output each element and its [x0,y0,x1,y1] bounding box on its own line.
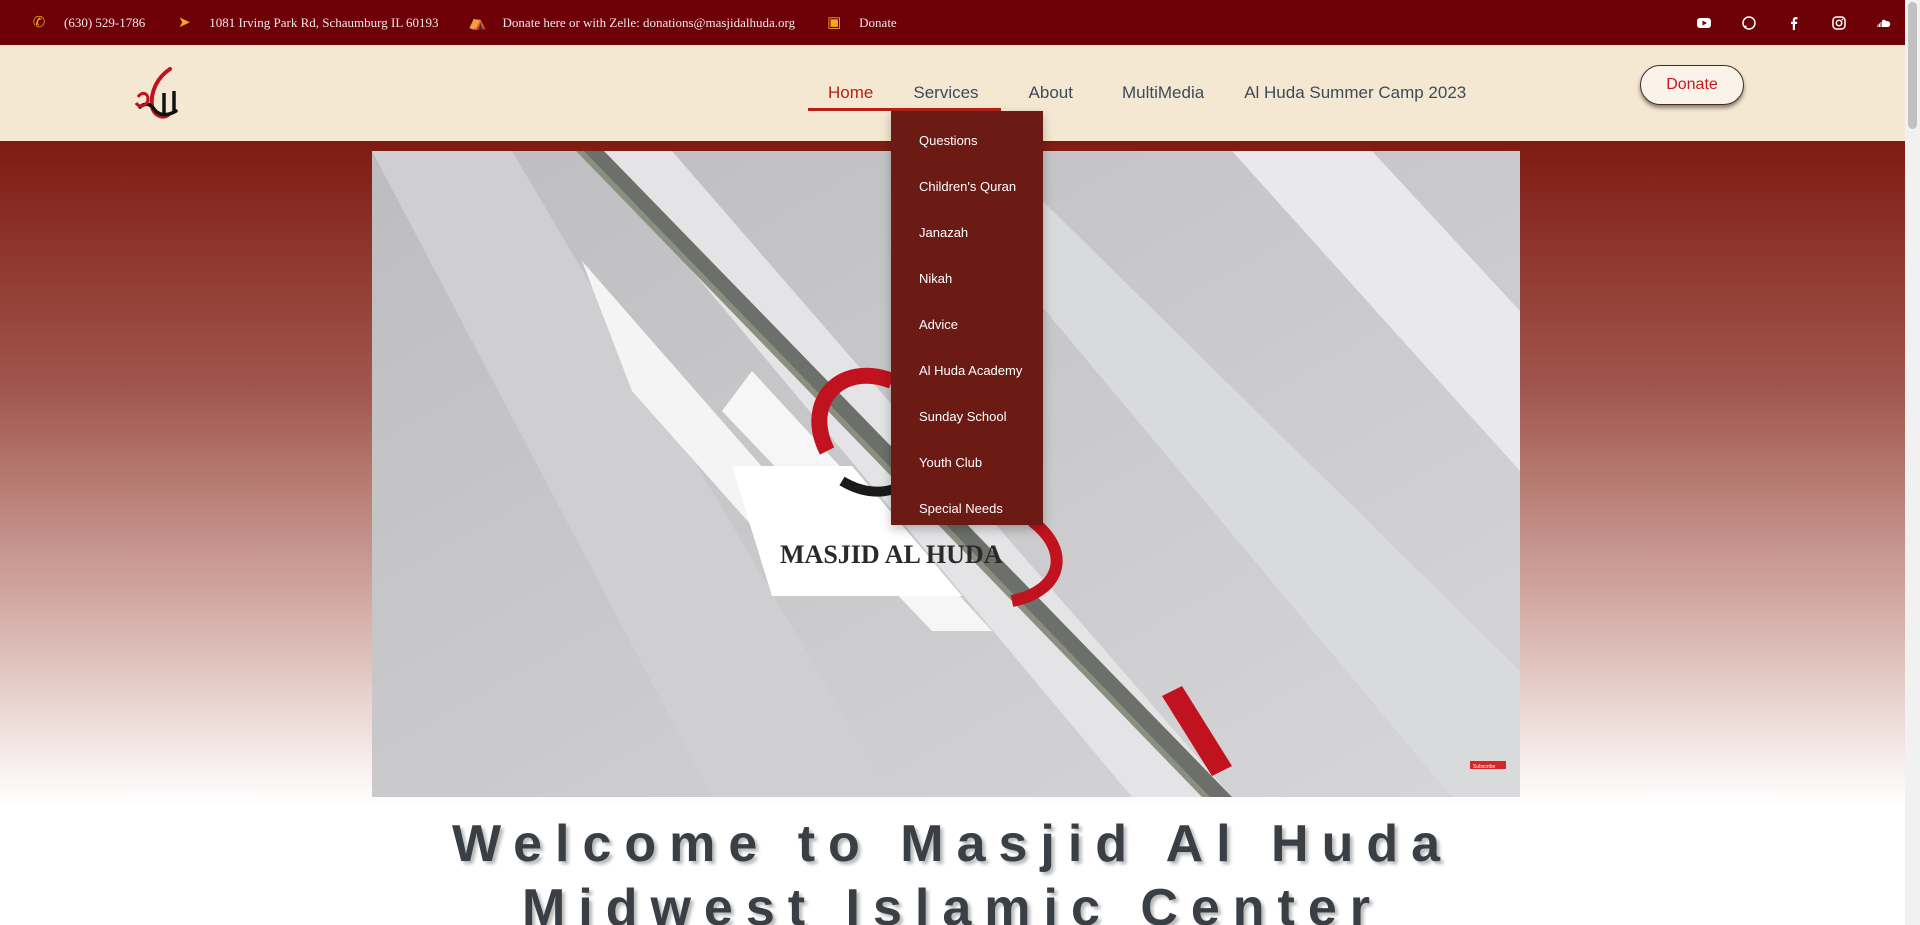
nav-label-multimedia: MultiMedia [1121,83,1205,102]
menu-item-janazah[interactable]: Janazah [891,209,1043,255]
nav-label-home: Home [828,83,874,102]
address-text: 1081 Irving Park Rd, Schaumburg IL 60193 [209,14,439,30]
menu-label-janazah: Janazah [919,224,969,240]
menu-item-youth-club[interactable]: Youth Club [891,439,1043,485]
menu-item-al-huda-academy[interactable]: Al Huda Academy [891,347,1043,393]
nav-item-summer-camp[interactable]: Al Huda Summer Camp 2023 [1244,60,1466,126]
masjid-logo[interactable] [130,63,186,125]
welcome-line-1: Welcome to Masjid Al Huda [451,815,1454,873]
welcome-heading: Welcome to Masjid Al Huda Midwest Islami… [0,812,1905,925]
nav-item-home[interactable]: Home [828,60,873,126]
topbar-donate-link[interactable]: ▣ Donate [825,13,897,32]
video-caption: MASJID AL HUDA [780,540,1003,569]
social-links [1668,0,1905,45]
subscribe-badge-label: Subscribe [1473,764,1495,770]
soundcloud-icon[interactable] [1875,14,1893,32]
facebook-icon[interactable] [1785,14,1803,32]
menu-label-al-huda-academy: Al Huda Academy [919,362,1023,378]
youtube-icon[interactable] [1695,14,1713,32]
zelle-text: Donate here or with Zelle: donations@mas… [502,14,796,30]
top-bar: ✆ (630) 529-1786 ➤ 1081 Irving Park Rd, … [0,0,1905,45]
menu-label-advice: Advice [919,316,959,332]
welcome-line-2: Midwest Islamic Center [521,879,1384,925]
services-dropdown: Questions Children's Quran Janazah Nikah… [891,111,1043,525]
menu-label-special-needs: Special Needs [919,500,1003,516]
menu-label-questions: Questions [919,132,978,148]
nav-label-summer-camp: Al Huda Summer Camp 2023 [1244,83,1467,102]
menu-item-childrens-quran[interactable]: Children's Quran [891,163,1043,209]
topbar-donate-text: Donate [859,14,897,30]
donate-button-label: Donate [1666,76,1718,93]
menu-item-sunday-school[interactable]: Sunday School [891,393,1043,439]
zelle-link[interactable]: ⛺ Donate here or with Zelle: donations@m… [468,13,796,32]
menu-label-sunday-school: Sunday School [919,408,1007,424]
menu-label-nikah: Nikah [919,270,953,286]
phone-text: (630) 529-1786 [64,14,146,30]
menu-label-childrens-quran: Children's Quran [919,178,1017,194]
nav-item-multimedia[interactable]: MultiMedia [1122,60,1204,126]
instagram-icon[interactable] [1830,14,1848,32]
nav-label-about: About [1028,83,1073,102]
menu-item-questions[interactable]: Questions [891,117,1043,163]
page-scrollbar[interactable] [1905,0,1920,925]
phone-link[interactable]: ✆ (630) 529-1786 [30,13,146,32]
menu-item-special-needs[interactable]: Special Needs [891,485,1043,531]
scrollbar-thumb[interactable] [1908,2,1917,129]
mosque-icon: ⛺ [468,15,487,31]
phone-icon: ✆ [32,15,46,31]
menu-label-youth-club: Youth Club [919,454,983,470]
whatsapp-icon[interactable] [1740,14,1758,32]
address-link[interactable]: ➤ 1081 Irving Park Rd, Schaumburg IL 601… [175,13,439,32]
menu-item-advice[interactable]: Advice [891,301,1043,347]
location-arrow-icon: ➤ [177,15,191,31]
donate-button[interactable]: Donate [1640,65,1744,105]
money-bill-icon: ▣ [827,15,842,31]
menu-item-nikah[interactable]: Nikah [891,255,1043,301]
nav-label-services: Services [913,83,979,102]
